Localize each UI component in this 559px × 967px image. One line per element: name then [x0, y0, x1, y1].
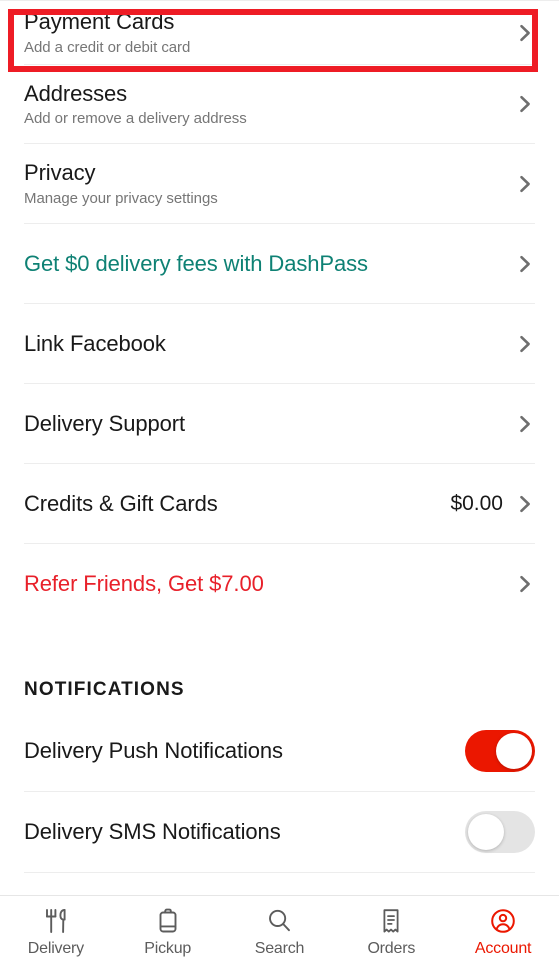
chevron-right-icon — [515, 494, 535, 514]
settings-row-dashpass[interactable]: Get $0 delivery fees with DashPass — [0, 224, 559, 303]
receipt-icon — [379, 906, 403, 936]
nav-item-orders[interactable]: Orders — [335, 896, 447, 967]
row-text-block: Get $0 delivery fees with DashPass — [24, 251, 515, 276]
settings-row-refer-friends[interactable]: Refer Friends, Get $7.00 — [0, 544, 559, 623]
row-title: Credits & Gift Cards — [24, 490, 218, 516]
row-title: Delivery SMS Notifications — [24, 819, 281, 845]
settings-row-delivery-push-notifications[interactable]: Delivery Push Notifications — [0, 711, 559, 791]
row-text-block: Delivery Push Notifications — [24, 738, 465, 763]
nav-label: Pickup — [144, 940, 192, 957]
divider — [24, 872, 535, 873]
row-text-block: Credits & Gift Cards — [24, 491, 450, 516]
row-text-block: Delivery Support — [24, 411, 515, 436]
section-heading-notifications: NOTIFICATIONS — [24, 679, 185, 700]
row-text-block: Delivery SMS Notifications — [24, 819, 465, 844]
settings-row-payment-cards[interactable]: Payment Cards Add a credit or debit card — [0, 1, 559, 64]
row-text-block: Addresses Add or remove a delivery addre… — [24, 81, 515, 128]
row-text-block: Privacy Manage your privacy settings — [24, 160, 515, 207]
shopping-bag-icon — [155, 906, 181, 936]
settings-row-link-facebook[interactable]: Link Facebook — [0, 304, 559, 383]
row-subtitle: Add a credit or debit card — [24, 38, 191, 56]
settings-row-addresses[interactable]: Addresses Add or remove a delivery addre… — [0, 65, 559, 143]
row-title: Addresses — [24, 80, 128, 106]
nav-label: Delivery — [27, 940, 84, 957]
nav-item-account[interactable]: Account — [447, 896, 559, 967]
nav-item-search[interactable]: Search — [224, 896, 336, 967]
toggle-knob — [496, 733, 532, 769]
settings-row-credits-gift-cards[interactable]: Credits & Gift Cards $0.00 — [0, 464, 559, 543]
row-title: Refer Friends, Get $7.00 — [24, 570, 264, 596]
toggle-knob — [468, 814, 504, 850]
settings-row-privacy[interactable]: Privacy Manage your privacy settings — [0, 144, 559, 223]
chevron-right-icon — [515, 23, 535, 43]
row-title: Payment Cards — [24, 9, 175, 35]
toggle-delivery-push-notifications[interactable] — [465, 730, 535, 772]
settings-row-delivery-sms-notifications[interactable]: Delivery SMS Notifications — [0, 792, 559, 872]
row-title: Delivery Push Notifications — [24, 738, 283, 764]
row-title: Get $0 delivery fees with DashPass — [24, 250, 368, 276]
nav-label: Orders — [367, 940, 416, 957]
nav-item-delivery[interactable]: Delivery — [0, 896, 112, 967]
chevron-right-icon — [515, 254, 535, 274]
toggle-delivery-sms-notifications[interactable] — [465, 811, 535, 853]
chevron-right-icon — [515, 94, 535, 114]
chevron-right-icon — [515, 574, 535, 594]
row-title: Privacy — [24, 160, 96, 186]
row-value: $0.00 — [450, 491, 503, 515]
row-text-block: Payment Cards Add a credit or debit card — [24, 9, 515, 56]
settings-list[interactable]: Payment Cards Add a credit or debit card… — [0, 0, 559, 895]
settings-row-delivery-support[interactable]: Delivery Support — [0, 384, 559, 463]
row-subtitle: Add or remove a delivery address — [24, 110, 247, 128]
nav-label: Account — [474, 940, 532, 957]
nav-label: Search — [254, 940, 305, 957]
row-title: Link Facebook — [24, 330, 166, 356]
account-circle-icon — [489, 906, 517, 936]
row-subtitle: Manage your privacy settings — [24, 189, 218, 207]
chevron-right-icon — [515, 414, 535, 434]
account-settings-screen: Payment Cards Add a credit or debit card… — [0, 0, 559, 967]
nav-item-pickup[interactable]: Pickup — [112, 896, 224, 967]
search-icon — [266, 906, 293, 936]
chevron-right-icon — [515, 174, 535, 194]
row-title: Delivery Support — [24, 410, 186, 436]
bottom-navigation-bar: Delivery Pickup Search Orders Account — [0, 895, 559, 967]
row-text-block: Refer Friends, Get $7.00 — [24, 571, 515, 596]
fork-knife-icon — [43, 906, 69, 936]
row-text-block: Link Facebook — [24, 331, 515, 356]
chevron-right-icon — [515, 334, 535, 354]
